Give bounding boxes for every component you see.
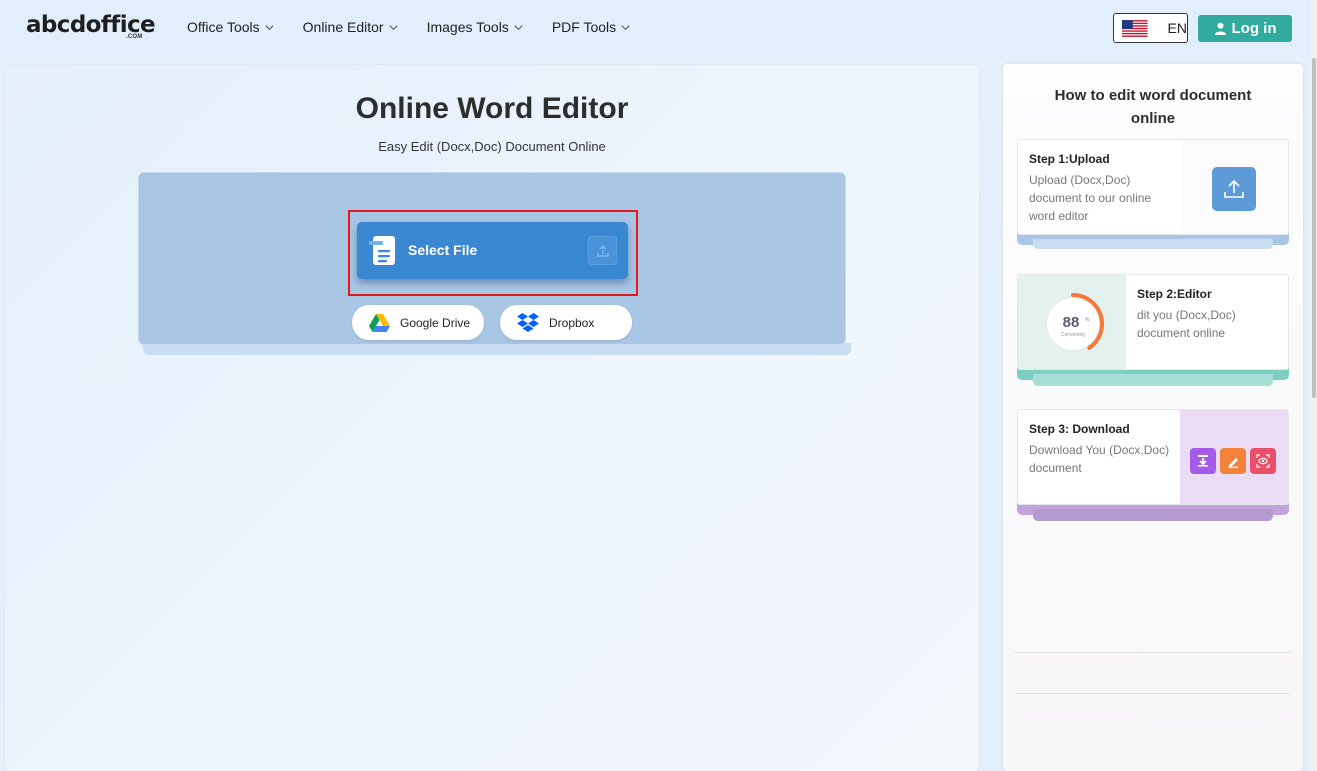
chevron-down-icon [621, 24, 630, 30]
upload-icon [596, 244, 609, 257]
step2-desc: dit you (Docx,Doc) document online [1137, 308, 1236, 340]
dropbox-button[interactable]: Dropbox [500, 305, 632, 340]
google-drive-label: Google Drive [400, 315, 471, 330]
language-selector[interactable]: EN [1113, 13, 1188, 43]
step2-base-back [1033, 374, 1273, 386]
nav-office-tools-label: Office Tools [187, 19, 260, 35]
main-nav: Office Tools Online Editor Images Tools … [187, 19, 659, 35]
pencil-icon [1228, 458, 1238, 468]
nav-images-tools[interactable]: Images Tools [427, 19, 524, 35]
step2-title: Step 2:Editor [1137, 287, 1212, 301]
nav-pdf-tools-label: PDF Tools [551, 19, 617, 35]
chevron-down-icon [265, 24, 274, 30]
step1-card: Step 1:Upload Upload (Docx,Doc) document… [1017, 139, 1289, 235]
google-drive-icon [369, 313, 390, 332]
nav-images-tools-label: Images Tools [426, 19, 509, 35]
step1-desc: Upload (Docx,Doc) document to our online… [1029, 173, 1152, 223]
select-file-button[interactable]: Select File [357, 222, 628, 279]
nav-pdf-tools[interactable]: PDF Tools [552, 19, 631, 35]
step2-card: 88 % Converting Step 2:Editor dit you (D… [1017, 274, 1289, 370]
nav-office-tools[interactable]: Office Tools [187, 19, 275, 35]
progress-ring: 88 % Converting [1042, 293, 1104, 355]
upload-button[interactable] [588, 236, 617, 265]
sidebar-divider [1014, 652, 1291, 653]
us-flag-icon [1122, 19, 1148, 37]
progress-label: Converting [1061, 332, 1085, 338]
google-drive-button[interactable]: Google Drive [352, 305, 484, 340]
login-button[interactable]: Log in [1198, 15, 1292, 42]
login-label: Log in [1231, 20, 1277, 37]
step3-desc: Download You (Docx,Doc) document [1029, 443, 1170, 475]
select-file-label: Select File [408, 242, 478, 258]
dropbox-icon [517, 312, 539, 332]
edit-tile [1220, 448, 1246, 474]
logo-subtext: .COM [126, 34, 143, 40]
user-icon [1214, 22, 1226, 35]
eye-icon [1256, 454, 1270, 468]
progress-value: 88 [1063, 314, 1080, 331]
upload-tile [1212, 167, 1256, 211]
step3-card: Step 3: Download Download You (Docx,Doc)… [1017, 409, 1289, 505]
page-title: Online Word Editor [355, 92, 629, 125]
chevron-down-icon [389, 24, 398, 30]
sidebar-divider [1014, 693, 1291, 694]
step3-base-back [1033, 509, 1273, 521]
top-header: abcdoffice .COM Office Tools Online Edit… [0, 0, 1317, 57]
main-panel: Online Word Editor Easy Edit (Docx,Doc) … [5, 65, 979, 771]
how-to-sidebar: How to edit word document online Step 1:… [1003, 64, 1303, 771]
download-icon [1198, 455, 1208, 467]
chevron-down-icon [514, 24, 523, 30]
step3-title: Step 3: Download [1029, 422, 1130, 436]
nav-online-editor[interactable]: Online Editor [303, 19, 399, 35]
view-tile [1250, 448, 1276, 474]
upload-icon [1224, 179, 1244, 198]
nav-online-editor-label: Online Editor [302, 19, 384, 35]
sidebar-title: How to edit word document online [1054, 87, 1252, 127]
dropbox-label: Dropbox [549, 315, 595, 330]
step1-title: Step 1:Upload [1029, 152, 1110, 166]
scrollbar-thumb[interactable] [1312, 58, 1316, 398]
download-tile [1190, 448, 1216, 474]
language-label: EN [1167, 20, 1187, 36]
page-subtitle: Easy Edit (Docx,Doc) Document Online [378, 139, 606, 154]
upload-dropzone[interactable]: Select File Google Drive Dropbox [138, 172, 846, 345]
document-icon [369, 236, 395, 265]
progress-unit: % [1085, 317, 1090, 323]
step1-base-back [1033, 239, 1273, 249]
